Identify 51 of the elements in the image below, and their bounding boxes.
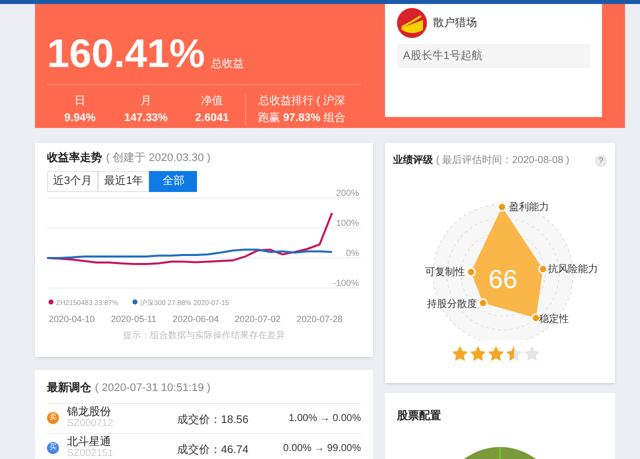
axis-label: 盈利能力 [509, 202, 549, 213]
axis-label: 持股分散度 [427, 299, 477, 310]
axis-label: 抗风险能力 [548, 264, 598, 275]
stat-value: 147.33% [124, 110, 168, 126]
star-icon [488, 346, 504, 361]
stat-label: 净值 [201, 94, 223, 109]
motto-box: A股长牛1号起航 [397, 44, 590, 68]
profile-name: 散户猎场 [433, 16, 477, 31]
stock-name: 锦龙股份 [67, 406, 112, 418]
stat-label: 日 [74, 94, 86, 109]
axis-label: 2020-06-04 [172, 314, 219, 324]
stat-value: 9.94% [64, 110, 96, 126]
axis-label: 2020-05-11 [111, 314, 156, 324]
rank-label: 总收益排行 ( 沪深 [258, 94, 346, 109]
stock-name: 北斗星通 [67, 436, 112, 448]
card-subtitle: ( 2020-07-31 10:51:19 ) [95, 381, 211, 396]
card-title: 最新调仓 [47, 380, 91, 396]
axis-label: 2020-04-10 [48, 314, 95, 324]
card-title: 收益率走势 [47, 150, 102, 166]
card-subtitle: ( 最后评估时间：2020-08-08 ) [436, 154, 570, 168]
rank-text: 跑赢 97.83% 组合 [258, 110, 346, 126]
trade-price: 成交价：46.74 [177, 442, 249, 458]
axis-label: 200% [336, 188, 359, 198]
card-title: 股票配置 [397, 410, 441, 422]
star-icon [524, 346, 540, 361]
axis-label: -100% [332, 278, 359, 288]
total-label: 总收益 [210, 56, 244, 72]
stat-value: 2.6041 [195, 110, 229, 126]
range-tab[interactable]: 最近1年 [98, 170, 150, 192]
range-tab[interactable]: 全部 [149, 170, 198, 192]
avatar-logo [397, 8, 427, 38]
star-icon [470, 346, 486, 361]
help-icon[interactable]: ? [595, 154, 607, 166]
total-return: 160.41% [47, 34, 205, 74]
axis-label: 2020-07-02 [234, 314, 281, 324]
score: 66 [488, 264, 518, 294]
stat-label: 月 [140, 94, 152, 109]
axis-label: 100% [336, 218, 359, 228]
star-icon [506, 346, 522, 361]
trade-price: 成交价：18.56 [177, 412, 249, 428]
axis-label: 稳定性 [539, 314, 569, 325]
weight-change: 0.00% → 99.00% [283, 442, 361, 456]
card-subtitle: ( 创建于 2020.03.30 ) [106, 151, 211, 166]
axis-label: 可复制性 [425, 267, 465, 278]
weight-change: 1.00% → 0.00% [288, 412, 361, 426]
axis-label: 0% [346, 248, 359, 258]
star-icon [452, 346, 468, 361]
card-title: 业绩评级 [393, 154, 433, 168]
range-tab[interactable]: 近3个月 [47, 170, 98, 192]
axis-label: 2020-07-28 [296, 314, 343, 324]
note-text: 提示：组合数据与实际操作结果存在差异 [122, 328, 286, 342]
